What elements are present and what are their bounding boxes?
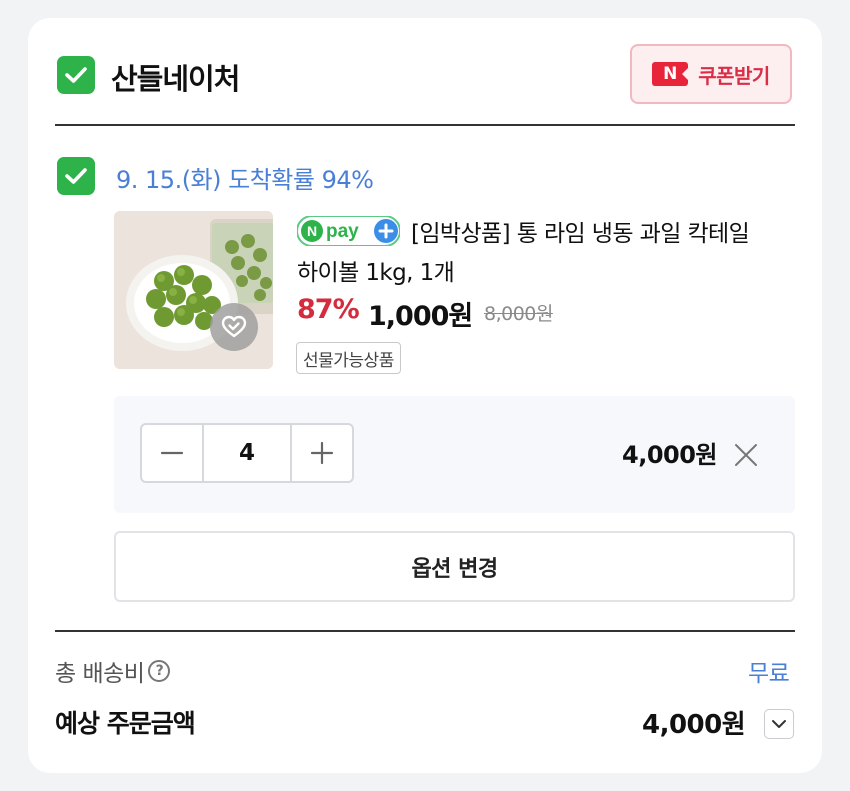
close-icon[interactable] xyxy=(732,441,760,469)
checkmark-icon xyxy=(65,168,87,184)
coupon-button[interactable]: N 쿠폰받기 xyxy=(630,44,792,104)
svg-text:N: N xyxy=(307,223,317,239)
question-icon[interactable]: ? xyxy=(148,660,171,682)
shipping-fee-label: 총 배송비 ? xyxy=(55,654,171,688)
product-thumbnail[interactable] xyxy=(114,211,273,369)
coupon-badge-text: N xyxy=(663,64,678,84)
line-total: 4,000원 xyxy=(622,441,718,469)
summary-divider xyxy=(55,630,795,632)
gift-available-tag: 선물가능상품 xyxy=(296,342,401,374)
wishlist-button[interactable] xyxy=(210,303,258,351)
store-checkbox[interactable] xyxy=(57,56,95,94)
delivery-checkbox[interactable] xyxy=(57,157,95,195)
sale-price: 1,000원 xyxy=(368,301,473,332)
discount-rate: 87% xyxy=(297,294,360,325)
quantity-panel: 4 4,000원 xyxy=(114,396,795,513)
estimated-total-label: 예상 주문금액 xyxy=(55,709,196,738)
cart-store-card: 산들네이처 N 쿠폰받기 9. 15.(화) 도착확률 94% N pay [임… xyxy=(28,18,822,773)
product-title-line1[interactable]: [임박상품] 통 라임 냉동 과일 칵테일 xyxy=(411,214,750,248)
checkmark-icon xyxy=(65,67,87,83)
expand-details-button[interactable] xyxy=(764,709,794,739)
npay-text: pay xyxy=(326,221,359,242)
shipping-fee-value: 무료 xyxy=(748,661,790,687)
decrease-button[interactable] xyxy=(142,425,202,481)
chevron-down-icon xyxy=(772,720,786,728)
quantity-stepper: 4 xyxy=(140,423,354,483)
original-price: 8,000원 xyxy=(484,303,553,325)
delivery-estimate: 9. 15.(화) 도착확률 94% xyxy=(116,166,374,194)
quantity-value[interactable]: 4 xyxy=(202,425,292,481)
increase-button[interactable] xyxy=(292,425,352,481)
heart-check-icon xyxy=(221,315,247,338)
coupon-label: 쿠폰받기 xyxy=(698,63,770,88)
minus-icon xyxy=(160,451,184,455)
npay-plus-icon: N pay xyxy=(297,216,400,246)
shipping-fee-text: 총 배송비 xyxy=(55,661,145,687)
product-title-line2[interactable]: 하이볼 1kg, 1개 xyxy=(297,253,455,287)
estimated-total-value: 4,000원 xyxy=(642,710,746,740)
plus-icon xyxy=(310,441,334,465)
store-name[interactable]: 산들네이처 xyxy=(111,56,240,98)
naver-n-icon: N xyxy=(652,62,689,86)
option-change-button[interactable]: 옵션 변경 xyxy=(114,531,795,602)
header-divider xyxy=(55,124,795,126)
